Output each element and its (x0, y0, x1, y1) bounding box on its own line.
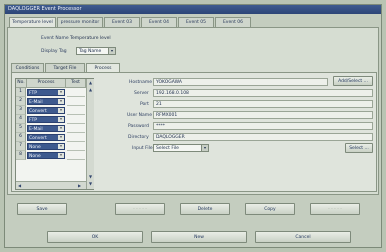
table-row[interactable]: 5 E-Mail ▾ (16, 124, 85, 133)
user-name-label: User Name (127, 113, 152, 118)
process-select[interactable]: None ▾ (27, 152, 65, 159)
process-value: None (29, 145, 41, 150)
header-process: Process (27, 79, 66, 88)
table-row[interactable]: 8 None ▾ (16, 151, 85, 160)
save-button[interactable]: Save (17, 203, 67, 215)
password-label: Password (128, 124, 150, 129)
test-cell[interactable] (67, 124, 85, 133)
test-cell[interactable] (67, 142, 85, 151)
scroll-down-icon[interactable]: ▼ (89, 181, 92, 186)
chevron-down-icon: ▾ (58, 144, 64, 149)
scroll-up-arrow-icon[interactable]: ▲ (89, 87, 92, 92)
display-tag-value: Tag Name (79, 49, 102, 54)
cancel-button[interactable]: Cancel (255, 231, 351, 243)
delete-button[interactable]: Delete (180, 203, 230, 215)
process-select[interactable]: Convert ▾ (27, 134, 65, 141)
table-row[interactable]: 6 Convert ▾ (16, 133, 85, 142)
directory-label: Directory (128, 135, 149, 140)
new-button[interactable]: New (151, 231, 247, 243)
display-tag-label: Display Tag (41, 49, 67, 54)
chevron-down-icon: ▾ (58, 90, 64, 95)
table-row[interactable]: 2 E-Mail ▾ (16, 97, 85, 106)
directory-field[interactable]: DAQLOGGER (153, 133, 373, 141)
scroll-down-arrow-icon[interactable]: ▼ (89, 174, 92, 179)
chevron-down-icon: ▾ (58, 108, 64, 113)
input-file-label: Input File (132, 146, 153, 151)
scroll-up-icon[interactable]: ▲ (89, 80, 92, 85)
input-file-select[interactable]: Select File ▾ (153, 144, 209, 152)
chevron-down-icon: ▾ (58, 99, 64, 104)
table-row[interactable]: 1 FTP ▾ (16, 88, 85, 97)
user-name-field[interactable]: RFMX001 (153, 111, 373, 119)
hostname-label: Hostname (129, 80, 153, 85)
chevron-down-icon: ▾ (58, 117, 64, 122)
row-number: 7 (16, 142, 26, 151)
process-value: Convert (29, 109, 47, 114)
test-cell[interactable] (67, 115, 85, 124)
test-cell[interactable] (67, 151, 85, 160)
event-name-value: Temperature level (70, 36, 111, 41)
horizontal-scrollbar[interactable]: ◀ ▶ (16, 181, 86, 189)
row-number: 4 (16, 115, 26, 124)
process-value: E-Mail (29, 100, 43, 105)
port-label: Port (140, 102, 149, 107)
chevron-down-icon: ▾ (201, 145, 208, 151)
row-number: 1 (16, 88, 26, 97)
process-table: No. Process Test 1 FTP ▾ 2 E-Mail ▾ 3 Conv… (15, 78, 94, 190)
port-field[interactable]: 21 (153, 100, 373, 108)
display-tag-select[interactable]: Tag Name ▾ (76, 47, 116, 55)
table-row[interactable]: 3 Convert ▾ (16, 106, 85, 115)
scroll-right-icon[interactable]: ▶ (78, 183, 81, 188)
select-file-button[interactable]: Select ... (345, 143, 373, 153)
process-select[interactable]: None ▾ (27, 143, 65, 150)
chevron-down-icon: ▾ (58, 135, 64, 140)
test-cell[interactable] (67, 106, 85, 115)
disabled-button: - - - - - (115, 203, 165, 215)
chevron-down-icon: ▾ (108, 48, 115, 54)
header-no: No. (16, 79, 27, 88)
test-cell[interactable] (67, 133, 85, 142)
process-select[interactable]: FTP ▾ (27, 89, 65, 96)
vertical-scrollbar[interactable]: ▲ ▲ ▼ ▼ (86, 79, 94, 189)
scroll-left-icon[interactable]: ◀ (18, 183, 21, 188)
copy-button[interactable]: Copy (245, 203, 295, 215)
header-test: Test (66, 79, 86, 88)
ok-button[interactable]: OK (47, 231, 143, 243)
table-row[interactable]: 7 None ▾ (16, 142, 85, 151)
hostname-field[interactable]: YOKOGAWA (153, 78, 328, 86)
window-title: DAQLOGGER Event Processor (5, 5, 381, 14)
test-cell[interactable] (67, 97, 85, 106)
disabled-button: - - - - - (310, 203, 360, 215)
row-number: 6 (16, 133, 26, 142)
event-name-label: Event Name (41, 36, 69, 41)
process-select[interactable]: E-Mail ▾ (27, 98, 65, 105)
process-value: FTP (29, 118, 37, 123)
table-row[interactable]: 4 FTP ▾ (16, 115, 85, 124)
process-value: E-Mail (29, 127, 43, 132)
process-value: None (29, 154, 41, 159)
row-number: 2 (16, 97, 26, 106)
process-panel: No. Process Test 1 FTP ▾ 2 E-Mail ▾ 3 Conv… (11, 72, 377, 192)
chevron-down-icon: ▾ (58, 126, 64, 131)
process-select[interactable]: Convert ▾ (27, 107, 65, 114)
password-field[interactable]: **** (153, 122, 373, 130)
row-number: 3 (16, 106, 26, 115)
server-field[interactable]: 192.168.0.108 (153, 89, 373, 97)
row-number: 8 (16, 151, 26, 160)
input-file-value: Select File (156, 146, 179, 151)
event-panel: Event Name Temperature level Display Tag… (7, 27, 379, 195)
server-label: Server (134, 91, 149, 96)
chevron-down-icon: ▾ (58, 153, 64, 158)
process-value: Convert (29, 136, 47, 141)
test-cell[interactable] (67, 88, 85, 97)
process-select[interactable]: FTP ▾ (27, 116, 65, 123)
row-number: 5 (16, 124, 26, 133)
event-processor-window: DAQLOGGER Event Processor Temperature le… (4, 4, 382, 248)
process-select[interactable]: E-Mail ▾ (27, 125, 65, 132)
process-value: FTP (29, 91, 37, 96)
add-select-button[interactable]: Add/Select ... (333, 76, 373, 86)
